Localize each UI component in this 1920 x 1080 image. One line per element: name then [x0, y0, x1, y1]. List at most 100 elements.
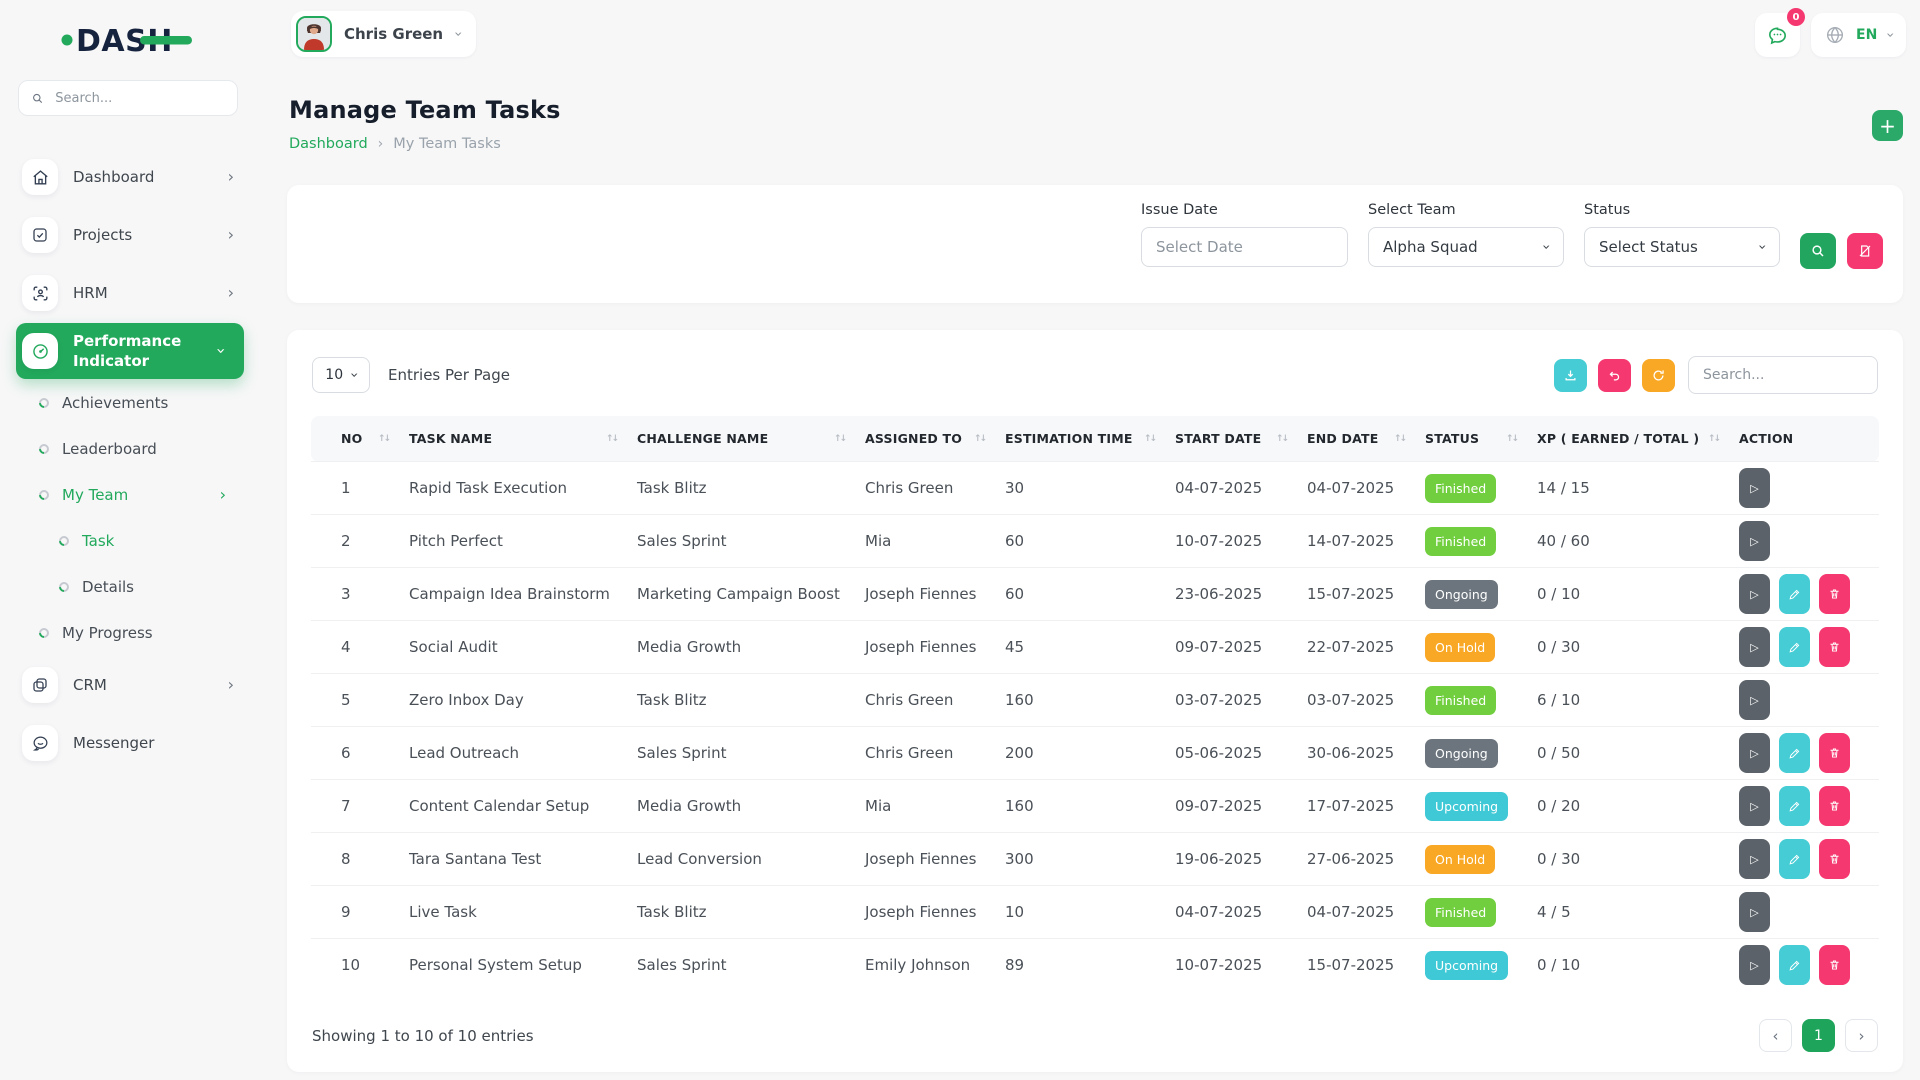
sidebar-search-input[interactable] — [53, 90, 225, 107]
refresh-button[interactable] — [1642, 359, 1675, 392]
edit-task-button[interactable] — [1779, 945, 1810, 985]
table-search-input[interactable] — [1688, 356, 1878, 394]
app-logo[interactable]: DASH — [60, 18, 200, 62]
view-task-button[interactable]: ▷ — [1739, 627, 1770, 667]
sort-icon[interactable]: ↑↓ — [1708, 431, 1719, 444]
pencil-icon — [1788, 588, 1801, 601]
sort-icon[interactable]: ↑↓ — [1276, 431, 1287, 444]
messages-button[interactable]: 0 — [1755, 13, 1800, 57]
edit-task-button[interactable] — [1779, 839, 1810, 879]
sidebar-item-dashboard[interactable]: Dashboard › — [0, 148, 256, 206]
filter-clear-button[interactable] — [1847, 233, 1883, 269]
sidebar-item-details[interactable]: Details — [0, 564, 256, 610]
sidebar-item-hrm[interactable]: HRM › — [0, 264, 256, 322]
column-header-challenge-name[interactable]: CHALLENGE NAME↑↓ — [627, 416, 855, 462]
edit-task-button[interactable] — [1779, 574, 1810, 614]
add-task-button[interactable]: + — [1872, 110, 1903, 141]
chat-bubble-icon — [22, 725, 58, 761]
cell-xp: 0 / 50 — [1527, 727, 1729, 780]
sort-icon[interactable]: ↑↓ — [1506, 431, 1517, 444]
sidebar-item-leaderboard[interactable]: Leaderboard — [0, 426, 256, 472]
column-header-assigned-to[interactable]: ASSIGNED TO↑↓ — [855, 416, 995, 462]
filter-search-button[interactable] — [1800, 233, 1836, 269]
play-icon: ▷ — [1750, 853, 1758, 866]
language-selector[interactable]: EN › — [1811, 13, 1906, 57]
cell-no: 5 — [311, 674, 399, 727]
sidebar-item-my-progress[interactable]: My Progress — [0, 610, 256, 656]
edit-task-button[interactable] — [1779, 786, 1810, 826]
active-menu-highlight[interactable]: Performance Indicator › — [16, 323, 244, 380]
status-select[interactable]: Select Status › — [1584, 227, 1780, 267]
status-field: Status Select Status › — [1584, 202, 1780, 267]
cell-xp: 6 / 10 — [1527, 674, 1729, 727]
sort-icon[interactable]: ↑↓ — [606, 431, 617, 444]
delete-task-button[interactable] — [1819, 733, 1850, 773]
delete-task-button[interactable] — [1819, 786, 1850, 826]
table-row: 4 Social Audit Media Growth Joseph Fienn… — [311, 621, 1879, 674]
sort-icon[interactable]: ↑↓ — [1144, 431, 1155, 444]
pagination-next-button[interactable]: › — [1845, 1019, 1878, 1052]
column-header-status[interactable]: STATUS↑↓ — [1415, 416, 1527, 462]
sidebar-item-my-team[interactable]: My Team › — [0, 472, 256, 518]
sort-icon[interactable]: ↑↓ — [378, 431, 389, 444]
column-header-end-date[interactable]: END DATE↑↓ — [1297, 416, 1415, 462]
view-task-button[interactable]: ▷ — [1739, 680, 1770, 720]
sidebar-item-task[interactable]: Task — [0, 518, 256, 564]
view-task-button[interactable]: ▷ — [1739, 468, 1770, 508]
cell-start-date: 04-07-2025 — [1165, 462, 1297, 515]
sidebar-item-performance-indicator[interactable]: Performance Indicator › — [0, 322, 256, 380]
cell-end-date: 04-07-2025 — [1297, 462, 1415, 515]
view-task-button[interactable]: ▷ — [1739, 521, 1770, 561]
pagination-prev-button[interactable]: ‹ — [1759, 1019, 1792, 1052]
pagination-page-1[interactable]: 1 — [1802, 1019, 1835, 1052]
trash-icon — [1828, 587, 1841, 601]
delete-task-button[interactable] — [1819, 627, 1850, 667]
sidebar-item-achievements[interactable]: Achievements — [0, 380, 256, 426]
view-task-button[interactable]: ▷ — [1739, 733, 1770, 773]
sidebar-item-label: Projects — [73, 226, 213, 244]
issue-date-input[interactable] — [1141, 227, 1348, 267]
pencil-icon — [1788, 747, 1801, 760]
view-task-button[interactable]: ▷ — [1739, 574, 1770, 614]
delete-task-button[interactable] — [1819, 574, 1850, 614]
sidebar-item-projects[interactable]: Projects › — [0, 206, 256, 264]
cell-task-name: Personal System Setup — [399, 939, 627, 992]
column-header-estimation-time[interactable]: ESTIMATION TIME↑↓ — [995, 416, 1165, 462]
view-task-button[interactable]: ▷ — [1739, 786, 1770, 826]
view-task-button[interactable]: ▷ — [1739, 945, 1770, 985]
delete-task-button[interactable] — [1819, 945, 1850, 985]
bullet-ring-icon — [37, 488, 51, 502]
sidebar-item-crm[interactable]: CRM › — [0, 656, 256, 714]
cell-estimation-time: 300 — [995, 833, 1165, 886]
breadcrumb-dashboard-link[interactable]: Dashboard — [289, 136, 368, 152]
delete-task-button[interactable] — [1819, 839, 1850, 879]
bullet-ring-icon — [37, 626, 51, 640]
avatar — [296, 16, 332, 52]
cell-estimation-time: 60 — [995, 568, 1165, 621]
column-header-start-date[interactable]: START DATE↑↓ — [1165, 416, 1297, 462]
export-button[interactable] — [1554, 359, 1587, 392]
user-menu[interactable]: Chris Green › — [291, 11, 476, 57]
view-task-button[interactable]: ▷ — [1739, 839, 1770, 879]
chevron-right-icon: › — [228, 169, 234, 185]
edit-task-button[interactable] — [1779, 627, 1810, 667]
column-header-no[interactable]: NO↑↓ — [311, 416, 399, 462]
search-icon — [31, 91, 44, 106]
sort-icon[interactable]: ↑↓ — [974, 431, 985, 444]
team-select[interactable]: Alpha Squad › — [1368, 227, 1564, 267]
sort-icon[interactable]: ↑↓ — [1394, 431, 1405, 444]
cell-start-date: 19-06-2025 — [1165, 833, 1297, 886]
entries-per-page-select[interactable]: 10 › — [312, 357, 370, 393]
view-task-button[interactable]: ▷ — [1739, 892, 1770, 932]
cell-assigned-to: Chris Green — [855, 727, 995, 780]
column-header-task-name[interactable]: TASK NAME↑↓ — [399, 416, 627, 462]
chevron-down-icon: › — [1882, 32, 1898, 38]
cell-end-date: 15-07-2025 — [1297, 568, 1415, 621]
column-header-xp[interactable]: XP ( EARNED / TOTAL )↑↓ — [1527, 416, 1729, 462]
undo-button[interactable] — [1598, 359, 1631, 392]
sidebar-item-messenger[interactable]: Messenger — [0, 714, 256, 772]
home-icon — [22, 159, 58, 195]
sidebar-search[interactable] — [18, 80, 238, 116]
sort-icon[interactable]: ↑↓ — [834, 431, 845, 444]
edit-task-button[interactable] — [1779, 733, 1810, 773]
